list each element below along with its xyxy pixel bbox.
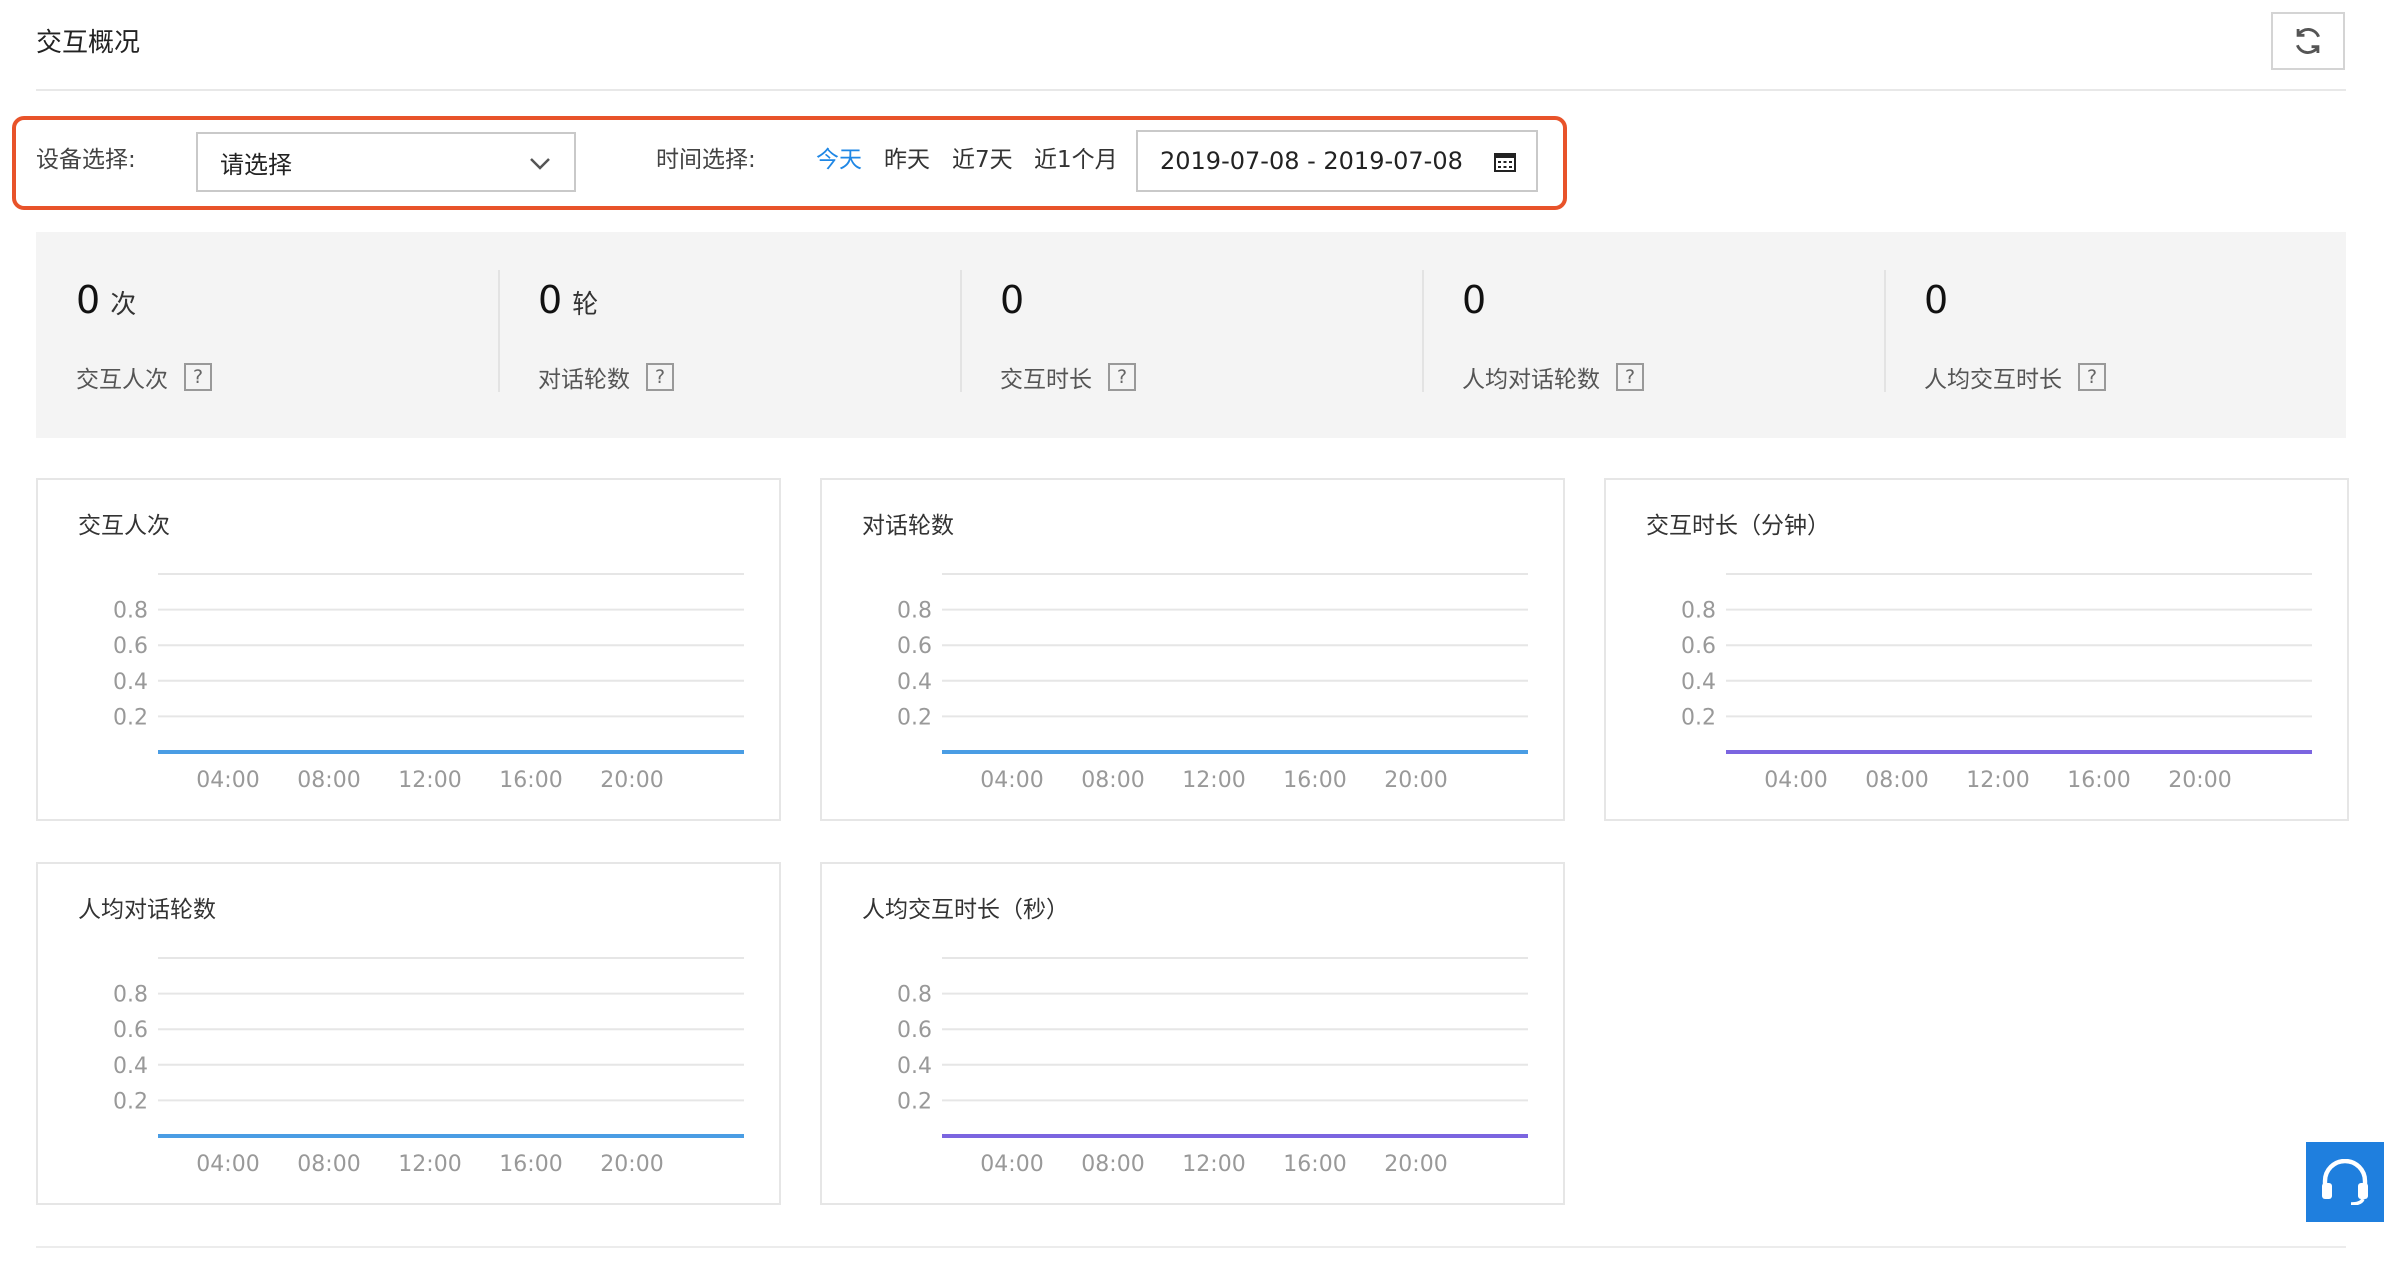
x-tick-label: 16:00 <box>2067 768 2130 793</box>
y-tick-label: 0.6 <box>113 634 148 659</box>
stat-label: 交互时长 <box>1000 367 1092 393</box>
customer-support-button[interactable] <box>2306 1142 2384 1222</box>
title-divider <box>36 89 2346 91</box>
chart-avg-dialog-rounds: 0.2 0.4 0.6 0.8 04:00 08:00 12:00 16:00 20:00 <box>113 957 744 1177</box>
y-tick-label: 0.8 <box>897 599 932 624</box>
x-tick-label: 16:00 <box>499 1152 562 1177</box>
y-tick-label: 0.4 <box>897 670 932 695</box>
x-tick-label: 12:00 <box>1182 1152 1245 1177</box>
device-label: 设备选择: <box>36 147 136 173</box>
stat-value: 0 <box>1924 278 1949 322</box>
device-select-value: 请选择 <box>220 150 292 179</box>
y-tick-label: 0.6 <box>113 1018 148 1043</box>
y-tick-label: 0.8 <box>1681 599 1716 624</box>
x-tick-label: 16:00 <box>1283 1152 1346 1177</box>
time-option-today[interactable]: 今天 <box>816 140 862 174</box>
y-tick-label: 0.6 <box>897 634 932 659</box>
x-tick-label: 20:00 <box>600 768 663 793</box>
y-tick-label: 0.2 <box>113 1089 148 1114</box>
stat-value: 0 <box>1000 278 1025 322</box>
x-tick-label: 04:00 <box>196 768 259 793</box>
x-tick-label: 12:00 <box>1966 768 2029 793</box>
help-icon[interactable]: ? <box>184 363 212 391</box>
chart-card-interaction-duration: 交互时长（分钟） 0.2 0.4 0.6 0.8 04:00 08:00 12:00 16:0… <box>1604 478 2349 821</box>
bottom-divider <box>36 1246 2346 1248</box>
x-tick-label: 12:00 <box>398 768 461 793</box>
y-tick-label: 0.2 <box>113 705 148 730</box>
y-tick-label: 0.8 <box>897 983 932 1008</box>
x-tick-label: 04:00 <box>196 1152 259 1177</box>
stat-avg-interaction-duration: 0 人均交互时长? <box>1884 232 2346 438</box>
x-tick-label: 20:00 <box>1384 1152 1447 1177</box>
x-tick-label: 12:00 <box>398 1152 461 1177</box>
y-tick-label: 0.8 <box>113 983 148 1008</box>
stat-value: 0 <box>76 278 101 322</box>
chart-card-avg-dialog-rounds: 人均对话轮数 0.2 0.4 0.6 0.8 04:00 08:00 12:00 16:00 2… <box>36 862 781 1205</box>
x-tick-label: 08:00 <box>1865 768 1928 793</box>
y-tick-label: 0.4 <box>113 670 148 695</box>
x-tick-label: 04:00 <box>980 1152 1043 1177</box>
x-tick-label: 08:00 <box>1081 1152 1144 1177</box>
stat-label: 人均交互时长 <box>1924 367 2062 393</box>
date-range-picker[interactable]: 2019-07-08 - 2019-07-08 <box>1136 130 1538 192</box>
time-option-1month[interactable]: 近1个月 <box>1034 140 1118 174</box>
chart-dialog-rounds: 0.2 0.4 0.6 0.8 04:00 08:00 12:00 16:00 20:00 <box>897 573 1528 793</box>
x-tick-label: 04:00 <box>1764 768 1827 793</box>
help-icon[interactable]: ? <box>1108 363 1136 391</box>
refresh-button[interactable] <box>2271 12 2345 70</box>
stat-unit: 轮 <box>572 290 599 320</box>
stat-label: 交互人次 <box>76 367 168 393</box>
stat-label: 对话轮数 <box>538 367 630 393</box>
y-tick-label: 0.2 <box>897 705 932 730</box>
x-tick-label: 20:00 <box>1384 768 1447 793</box>
chart-card-avg-interaction-duration: 人均交互时长（秒） 0.2 0.4 0.6 0.8 04:00 08:00 12:00 16:… <box>820 862 1565 1205</box>
stat-value: 0 <box>1462 278 1487 322</box>
time-label: 时间选择: <box>656 147 756 173</box>
chart-avg-interaction-duration: 0.2 0.4 0.6 0.8 04:00 08:00 12:00 16:00 20:00 <box>897 957 1528 1177</box>
headset-icon <box>2322 1159 2368 1205</box>
x-tick-label: 08:00 <box>1081 768 1144 793</box>
stat-value: 0 <box>538 278 563 322</box>
x-tick-label: 20:00 <box>2168 768 2231 793</box>
stat-interactions: 0次 交互人次? <box>36 232 498 438</box>
time-option-yesterday[interactable]: 昨天 <box>884 140 930 174</box>
help-icon[interactable]: ? <box>646 363 674 391</box>
y-tick-label: 0.4 <box>113 1054 148 1079</box>
chart-interactions: 0.2 0.4 0.6 0.8 04:00 08:00 12:00 16:00 20:00 <box>113 573 744 793</box>
x-tick-label: 20:00 <box>600 1152 663 1177</box>
y-tick-label: 0.4 <box>1681 670 1716 695</box>
stat-dialog-rounds: 0轮 对话轮数? <box>498 232 960 438</box>
y-tick-label: 0.2 <box>1681 705 1716 730</box>
stat-unit: 次 <box>110 290 137 320</box>
chart-interaction-duration: 0.2 0.4 0.6 0.8 04:00 08:00 12:00 16:00 20:00 <box>1681 573 2312 793</box>
help-icon[interactable]: ? <box>1616 363 1644 391</box>
y-tick-label: 0.2 <box>897 1089 932 1114</box>
y-tick-label: 0.4 <box>897 1054 932 1079</box>
y-tick-label: 0.8 <box>113 599 148 624</box>
x-tick-label: 08:00 <box>297 1152 360 1177</box>
chart-card-dialog-rounds: 对话轮数 0.2 0.4 0.6 0.8 04:00 08:00 12:00 16:00 20:… <box>820 478 1565 821</box>
stats-summary: 0次 交互人次? 0轮 对话轮数? 0 交互时长? 0 人均对话轮数? 0 人均… <box>36 232 2346 438</box>
x-tick-label: 16:00 <box>1283 768 1346 793</box>
date-range-value: 2019-07-08 - 2019-07-08 <box>1160 147 1463 175</box>
x-tick-label: 04:00 <box>980 768 1043 793</box>
x-tick-label: 12:00 <box>1182 768 1245 793</box>
stat-avg-dialog-rounds: 0 人均对话轮数? <box>1422 232 1884 438</box>
page-title: 交互概况 <box>36 28 141 58</box>
time-option-7days[interactable]: 近7天 <box>952 140 1013 174</box>
refresh-icon <box>2296 28 2320 54</box>
help-icon[interactable]: ? <box>2078 363 2106 391</box>
chart-card-interactions: 交互人次 0.2 0.4 0.6 0.8 04:00 08:00 12:00 16:00 20:… <box>36 478 781 821</box>
chevron-down-icon <box>530 158 550 170</box>
x-tick-label: 08:00 <box>297 768 360 793</box>
y-tick-label: 0.6 <box>1681 634 1716 659</box>
stat-label: 人均对话轮数 <box>1462 367 1600 393</box>
y-tick-label: 0.6 <box>897 1018 932 1043</box>
stat-interaction-duration: 0 交互时长? <box>960 232 1422 438</box>
calendar-icon <box>1494 153 1516 172</box>
device-select[interactable]: 请选择 <box>196 132 576 192</box>
x-tick-label: 16:00 <box>499 768 562 793</box>
